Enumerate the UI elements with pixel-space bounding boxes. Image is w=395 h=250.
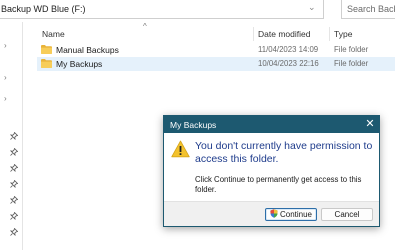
chevron-down-icon[interactable]: ⌄ — [308, 2, 316, 13]
uac-shield-icon — [270, 209, 278, 218]
chevron-right-icon[interactable]: › — [4, 94, 7, 103]
warning-icon — [171, 140, 190, 158]
dialog-main-instruction: You don't currently have permission to a… — [195, 140, 373, 165]
pin-icon[interactable] — [10, 228, 18, 236]
search-input[interactable]: Search Backup — [341, 0, 395, 19]
continue-label: Continue — [279, 210, 313, 219]
sort-ascending-icon: ^ — [143, 22, 147, 31]
column-header-date[interactable]: Date modified — [258, 29, 310, 39]
continue-button[interactable]: Continue — [265, 208, 317, 221]
address-path: Backup WD Blue (F:) — [1, 4, 86, 14]
pin-icon[interactable] — [10, 212, 18, 220]
column-header-name[interactable]: Name — [42, 29, 65, 39]
pin-icon[interactable] — [10, 196, 18, 204]
pin-icon[interactable] — [10, 180, 18, 188]
column-divider[interactable] — [329, 27, 330, 41]
file-row[interactable]: Manual Backups 11/04/2023 14:09 File fol… — [37, 43, 395, 57]
folder-icon — [41, 45, 52, 54]
top-bar: Backup WD Blue (F:) ⌄ Search Backup — [0, 0, 395, 22]
chevron-right-icon[interactable]: › — [4, 73, 7, 82]
address-bar[interactable]: Backup WD Blue (F:) ⌄ — [0, 0, 324, 19]
pin-icon[interactable] — [10, 164, 18, 172]
row-name: Manual Backups — [56, 45, 119, 55]
folder-icon — [41, 59, 52, 68]
dialog-title-bar[interactable]: My Backups ✕ — [164, 116, 379, 133]
row-type: File folder — [334, 45, 369, 54]
search-placeholder: Search Backup — [347, 4, 395, 14]
dialog-body-text: Click Continue to permanently get access… — [195, 175, 362, 194]
row-name: My Backups — [56, 59, 103, 69]
navigation-pane: › › › — [0, 22, 23, 250]
row-type: File folder — [334, 59, 369, 68]
row-date: 10/04/2023 22:16 — [258, 59, 319, 68]
pin-icon[interactable] — [10, 132, 18, 140]
dialog-footer: Continue Cancel — [164, 201, 379, 226]
cancel-button[interactable]: Cancel — [321, 208, 373, 221]
pin-icon[interactable] — [10, 148, 18, 156]
row-date: 11/04/2023 14:09 — [258, 45, 319, 54]
chevron-right-icon[interactable]: › — [4, 41, 7, 50]
column-header-type[interactable]: Type — [334, 29, 352, 39]
permission-dialog: My Backups ✕ You don't currently have pe… — [163, 115, 380, 227]
column-divider[interactable] — [253, 27, 254, 41]
file-row-selected[interactable]: My Backups 10/04/2023 22:16 File folder — [37, 57, 395, 71]
close-icon[interactable]: ✕ — [363, 117, 377, 131]
dialog-title: My Backups — [170, 120, 217, 130]
